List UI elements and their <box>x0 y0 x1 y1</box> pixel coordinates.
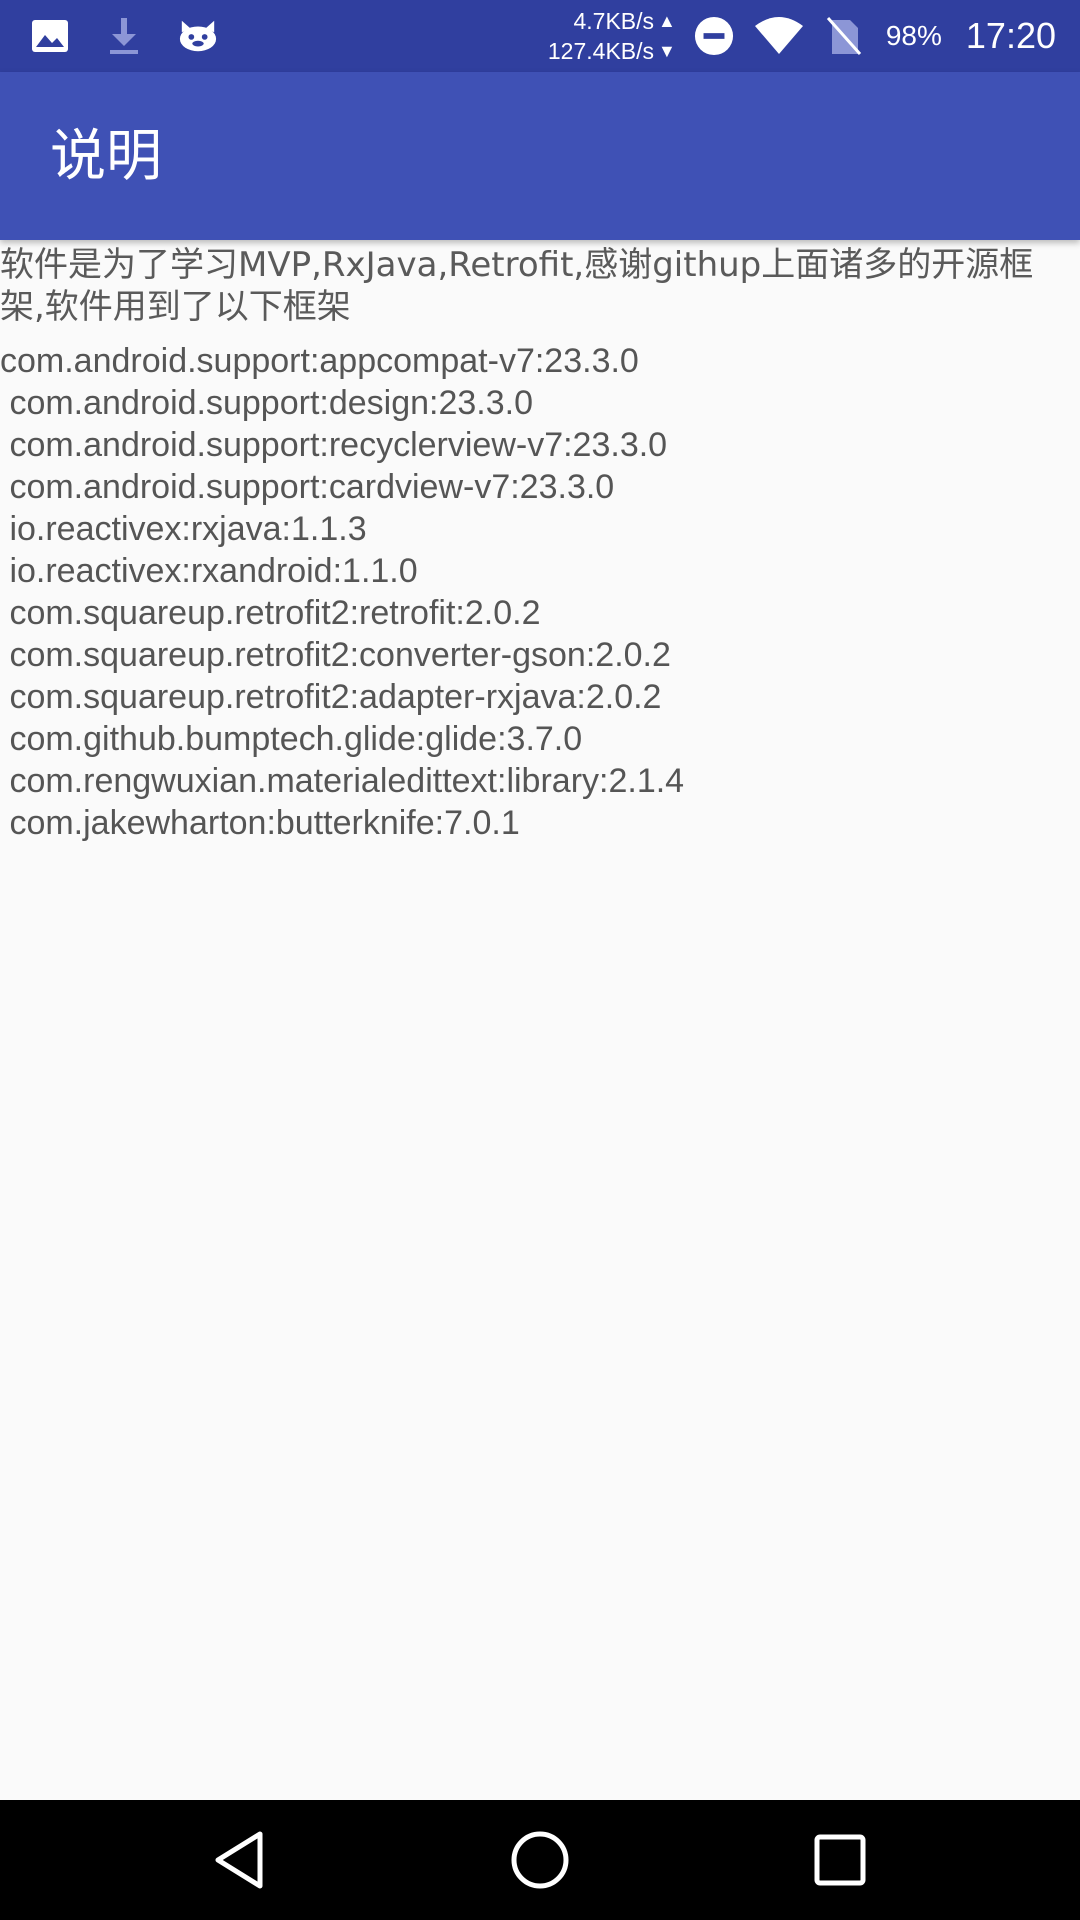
recents-button[interactable] <box>810 1830 870 1890</box>
library-item: com.android.support:appcompat-v7:23.3.0 <box>0 342 639 380</box>
app-bar: 说明 <box>0 72 1080 240</box>
cat-app-icon <box>178 16 218 56</box>
library-item: com.squareup.retrofit2:retrofit:2.0.2 <box>0 594 541 632</box>
library-item: com.android.support:cardview-v7:23.3.0 <box>0 468 615 506</box>
net-up-speed: 4.7KB/s <box>573 8 655 34</box>
library-item: com.rengwuxian.materialedittext:library:… <box>0 762 685 800</box>
down-arrow-icon: ▼ <box>658 41 676 61</box>
battery-percent: 98% <box>885 20 942 51</box>
do-not-disturb-icon <box>694 16 734 56</box>
home-icon <box>511 1831 569 1889</box>
back-icon <box>215 1831 263 1889</box>
library-item: com.android.support:recyclerview-v7:23.3… <box>0 426 668 464</box>
image-icon <box>30 16 70 56</box>
library-item: com.android.support:design:23.3.0 <box>0 384 534 422</box>
home-button[interactable] <box>510 1830 570 1890</box>
page-title: 说明 <box>50 124 162 189</box>
network-speed: 4.7KB/s ▲ 127.4KB/s ▼ <box>548 6 676 66</box>
intro-text: 软件是为了学习MVP,RxJava,Retrofit,感谢githup上面诸多的… <box>0 245 1034 327</box>
about-content: 软件是为了学习MVP,RxJava,Retrofit,感谢githup上面诸多的… <box>0 244 1080 844</box>
clock: 17:20 <box>965 15 1056 56</box>
recents-icon <box>814 1834 866 1886</box>
library-item: com.squareup.retrofit2:adapter-rxjava:2.… <box>0 678 662 716</box>
library-item: com.github.bumptech.glide:glide:3.7.0 <box>0 720 583 758</box>
back-button[interactable] <box>210 1830 270 1890</box>
navigation-bar <box>0 1800 1080 1920</box>
library-list: com.android.support:appcompat-v7:23.3.0 … <box>0 340 1080 844</box>
library-item: io.reactivex:rxandroid:1.1.0 <box>0 552 418 590</box>
wifi-icon <box>752 16 806 56</box>
screen: 4.7KB/s ▲ 127.4KB/s ▼ 98% 17:20 说明 软件是为了… <box>0 0 1080 1920</box>
library-item: com.squareup.retrofit2:converter-gson:2.… <box>0 636 671 674</box>
notification-icons <box>30 0 218 72</box>
download-icon <box>104 16 144 56</box>
status-bar: 4.7KB/s ▲ 127.4KB/s ▼ 98% 17:20 <box>0 0 1080 72</box>
net-down-speed: 127.4KB/s <box>547 38 655 64</box>
up-arrow-icon: ▲ <box>658 11 676 31</box>
library-item: com.jakewharton:butterknife:7.0.1 <box>0 804 520 842</box>
status-indicators: 4.7KB/s ▲ 127.4KB/s ▼ 98% 17:20 <box>548 0 1056 72</box>
library-item: io.reactivex:rxjava:1.1.3 <box>0 510 367 548</box>
no-sim-icon <box>824 16 864 56</box>
